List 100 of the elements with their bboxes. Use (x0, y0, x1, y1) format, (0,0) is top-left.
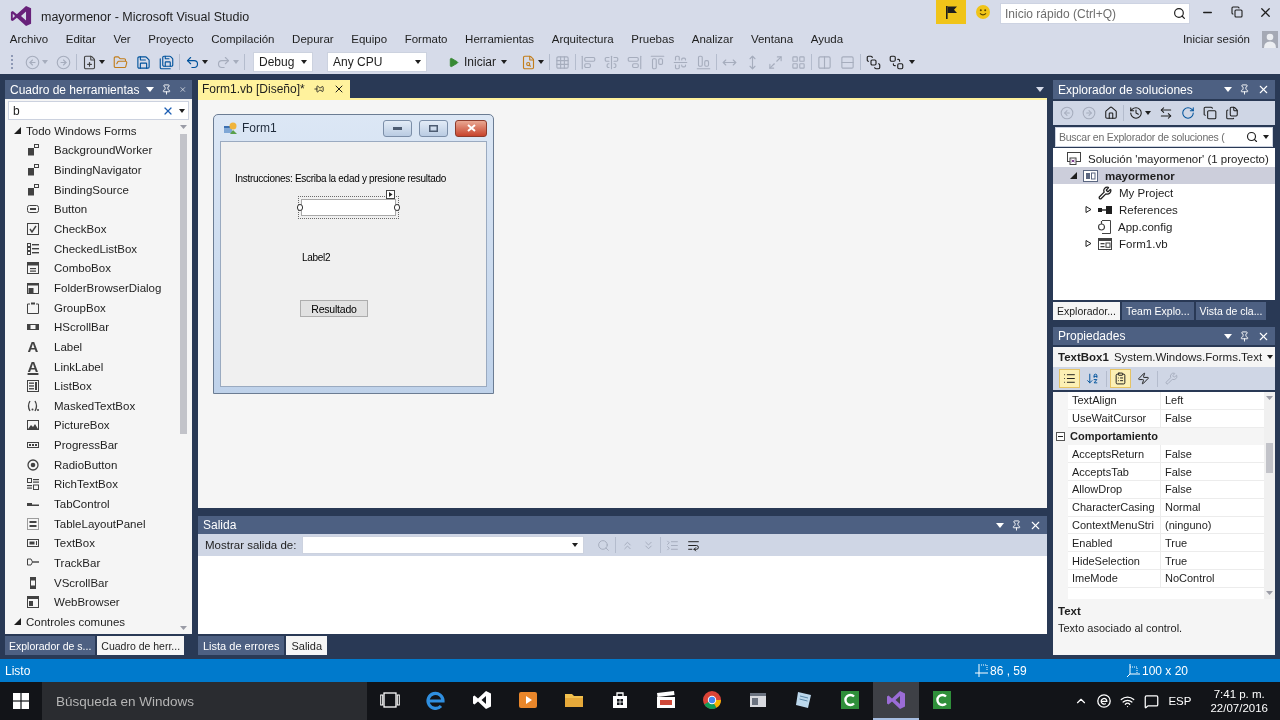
search-icon[interactable] (1173, 7, 1186, 20)
smart-tag-icon[interactable] (386, 190, 395, 199)
menu-item[interactable]: Herramientas (456, 30, 543, 48)
toolbox-item[interactable]: BindingSource (5, 179, 178, 200)
search-field[interactable]: Buscar en Explorador de soluciones ( (1055, 127, 1273, 147)
wifi-icon[interactable] (1120, 693, 1136, 709)
dropdown-icon[interactable] (996, 522, 1004, 528)
pin-icon[interactable] (1011, 519, 1022, 531)
tree-item[interactable]: My Project (1053, 184, 1275, 201)
tree-item[interactable]: Solución 'mayormenor' (1 proyecto) (1053, 150, 1275, 167)
restore-icon[interactable] (1230, 6, 1243, 18)
pin-icon[interactable] (313, 84, 324, 94)
toolbox-item[interactable]: MaskedTextBox (5, 395, 178, 416)
document-tab[interactable]: Form1.vb [Diseño]* (198, 80, 350, 98)
form-maximize-button[interactable] (419, 119, 448, 137)
home-icon[interactable] (1104, 106, 1118, 120)
scroll-thumb[interactable] (1266, 443, 1273, 473)
menu-item[interactable]: Arquitectura (542, 30, 623, 48)
menu-item[interactable]: Equipo (342, 30, 396, 48)
toolbox-item[interactable]: Button (5, 199, 178, 220)
toolbox-item[interactable]: PictureBox (5, 415, 178, 436)
sign-in-link[interactable]: Iniciar sesión (1182, 33, 1250, 45)
pin-icon[interactable] (1239, 84, 1250, 95)
language-indicator[interactable]: ESP (1168, 695, 1192, 707)
toolbar-button[interactable] (1059, 369, 1080, 388)
toolbox-item[interactable]: A Label (5, 337, 178, 357)
toolbox-item[interactable]: ListBox (5, 376, 178, 396)
toolbox-group[interactable]: Controles comunes (5, 612, 178, 632)
toolbox-item[interactable]: WebBrowser (5, 592, 178, 612)
tree-item[interactable]: Form1.vb (1053, 235, 1275, 252)
toolbox-item[interactable]: A LinkLabel (5, 356, 178, 377)
menu-item[interactable]: Ventana (742, 30, 802, 48)
object-selector[interactable]: TextBox1 System.Windows.Forms.Text (1053, 347, 1275, 367)
clock-date[interactable]: 22/07/2016 (1210, 702, 1268, 714)
sort-az-icon[interactable] (1086, 372, 1099, 385)
menu-item[interactable]: Pruebas (622, 30, 683, 48)
clipboard-icon[interactable] (1114, 372, 1127, 385)
collapsed-triangle-icon[interactable] (1084, 240, 1092, 247)
lightning-icon[interactable] (1137, 372, 1150, 385)
search-field[interactable]: b (8, 101, 189, 120)
quick-launch-field[interactable]: Inicio rápido (Ctrl+Q) (1000, 3, 1190, 24)
panel-tab[interactable]: Explorador... (1053, 302, 1120, 320)
caret-icon[interactable] (572, 543, 579, 547)
toolbox-group[interactable]: Todo Windows Forms (5, 121, 178, 141)
toolbox-item[interactable]: TableLayoutPanel (5, 513, 178, 534)
caret-icon[interactable] (202, 60, 208, 64)
overflow-icon[interactable] (909, 60, 915, 64)
panel-tab[interactable]: Lista de errores (198, 636, 285, 655)
taskbar-search-field[interactable]: Búsqueda en Windows (42, 682, 367, 720)
toolbar-button[interactable] (1110, 369, 1131, 388)
category-header[interactable]: Comportamiento (1053, 427, 1264, 446)
menu-item[interactable]: Ver (104, 30, 140, 48)
save-all-icon[interactable] (159, 54, 174, 70)
dropdown-icon[interactable] (1036, 86, 1044, 92)
history-icon[interactable] (1129, 106, 1143, 120)
caret-icon[interactable] (1267, 355, 1274, 359)
panel-tab[interactable]: Explorador de s... (5, 636, 96, 655)
menu-item[interactable]: Editar (56, 30, 105, 48)
word-wrap-icon[interactable] (687, 538, 701, 552)
save-icon[interactable] (136, 54, 151, 70)
refresh-icon[interactable] (1181, 106, 1195, 120)
start-icon[interactable] (13, 693, 29, 709)
toolbox-item[interactable]: FolderBrowserDialog (5, 278, 178, 298)
menu-item[interactable]: Proyecto (139, 30, 203, 48)
panel-tab[interactable]: Salida (286, 636, 327, 655)
pin-icon[interactable] (161, 84, 173, 95)
stacked-pages-icon[interactable] (1203, 106, 1217, 120)
dropdown-icon[interactable] (1224, 87, 1232, 92)
toolbox-item[interactable]: HScrollBar (5, 317, 178, 338)
start-button[interactable]: Iniciar (444, 52, 511, 72)
form-label[interactable]: Instrucciones: Escriba la edad y presione resultado (235, 173, 446, 185)
dropdown-icon[interactable] (1224, 333, 1232, 339)
caret-icon[interactable] (501, 60, 507, 64)
undo-icon[interactable] (185, 54, 200, 70)
menu-item[interactable]: Archivo (1, 30, 57, 48)
panel-tab[interactable]: Team Explo... (1121, 302, 1194, 320)
resize-handle[interactable] (394, 204, 400, 211)
menu-item[interactable]: Analizar (682, 30, 743, 48)
expanded-triangle-icon[interactable] (14, 618, 21, 626)
caret-icon[interactable] (1263, 135, 1269, 139)
scrollbar[interactable] (1264, 392, 1275, 599)
clock-time[interactable]: 7:41 p. m. (1213, 688, 1265, 700)
dropdown-icon[interactable] (146, 87, 155, 92)
toolbar-grip[interactable] (10, 54, 14, 70)
expanded-triangle-icon[interactable] (1069, 172, 1077, 179)
files-icon[interactable] (1225, 106, 1239, 120)
caret-icon[interactable] (415, 60, 421, 64)
menu-item[interactable]: Formato (395, 30, 457, 48)
panel-tab[interactable]: Cuadro de herr... (97, 636, 185, 655)
toolbox-item[interactable]: VScrollBar (5, 572, 178, 593)
form-close-button[interactable] (455, 119, 487, 137)
message-icon[interactable] (1144, 693, 1160, 709)
form-label[interactable]: Label2 (302, 252, 331, 264)
toolbox-item[interactable]: ComboBox (5, 258, 178, 279)
smiley-icon[interactable] (976, 5, 990, 19)
toolbox-item[interactable]: CheckedListBox (5, 238, 178, 259)
list-icon[interactable] (1063, 372, 1076, 385)
configuration-dropdown[interactable]: Debug (253, 52, 313, 72)
resize-handle[interactable] (297, 204, 303, 211)
platform-dropdown[interactable]: Any CPU (327, 52, 427, 72)
